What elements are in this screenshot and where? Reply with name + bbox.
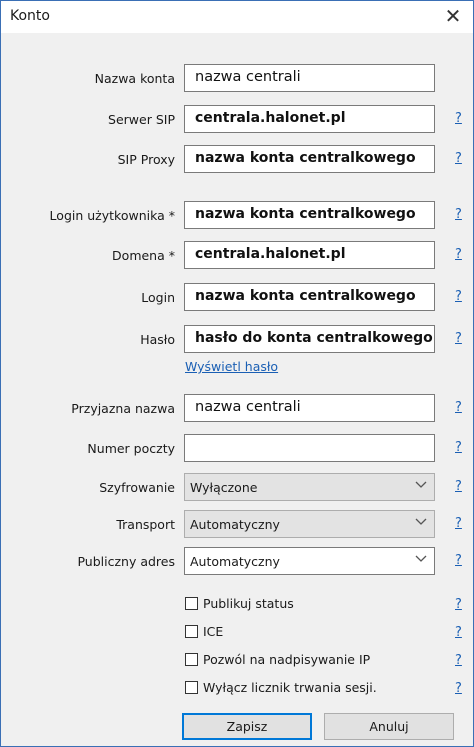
label-domena: Domena *: [112, 248, 175, 263]
account-dialog: Konto ✕ Nazwa konta nazwa centrali Serwe…: [0, 0, 474, 747]
row-transport: Transport Automatyczny ?: [1, 510, 473, 542]
row-nazwa-konta: Nazwa konta nazwa centrali: [1, 64, 473, 96]
row-publikuj-status: Publikuj status ?: [1, 595, 473, 619]
help-link-serwer-sip[interactable]: ?: [455, 111, 462, 126]
input-sip-proxy[interactable]: nazwa konta centralkowego: [184, 145, 435, 173]
row-przyjazna-nazwa: Przyjazna nazwa nazwa centrali ?: [1, 394, 473, 426]
show-password-link[interactable]: Wyświetl hasło: [185, 359, 278, 374]
checkbox-pozwol-nadpisywanie-ip[interactable]: [185, 653, 198, 666]
help-link-numer-poczty[interactable]: ?: [455, 440, 462, 455]
row-domena: Domena * centrala.halonet.pl ?: [1, 241, 473, 273]
label-nazwa-konta: Nazwa konta: [94, 71, 175, 86]
input-haslo[interactable]: hasło do konta centralkowego: [184, 325, 435, 353]
label-sip-proxy: SIP Proxy: [117, 152, 175, 167]
help-link-login[interactable]: ?: [455, 289, 462, 304]
row-haslo: Hasło hasło do konta centralkowego ?: [1, 325, 473, 357]
select-publiczny-adres[interactable]: Automatyczny: [184, 547, 435, 575]
save-button[interactable]: Zapisz: [182, 713, 312, 740]
row-login-uzytkownika: Login użytkownika * nazwa konta centralk…: [1, 201, 473, 233]
select-szyfrowanie[interactable]: Wyłączone: [184, 473, 435, 501]
row-numer-poczty: Numer poczty ?: [1, 434, 473, 466]
row-login: Login nazwa konta centralkowego ?: [1, 283, 473, 315]
row-wylacz-licznik: Wyłącz licznik trwania sesji. ?: [1, 679, 473, 703]
help-link-sip-proxy[interactable]: ?: [455, 151, 462, 166]
label-publikuj-status: Publikuj status: [203, 596, 294, 611]
input-domena[interactable]: centrala.halonet.pl: [184, 241, 435, 269]
label-transport: Transport: [116, 517, 175, 532]
help-link-domena[interactable]: ?: [455, 247, 462, 262]
input-serwer-sip[interactable]: centrala.halonet.pl: [184, 105, 435, 133]
help-link-login-uzytkownika[interactable]: ?: [455, 207, 462, 222]
input-numer-poczty[interactable]: [184, 434, 435, 462]
label-login-uzytkownika: Login użytkownika *: [49, 208, 175, 223]
input-login-uzytkownika[interactable]: nazwa konta centralkowego: [184, 201, 435, 229]
label-login: Login: [141, 290, 175, 305]
label-numer-poczty: Numer poczty: [87, 441, 175, 456]
input-nazwa-konta[interactable]: nazwa centrali: [184, 64, 435, 92]
cancel-button[interactable]: Anuluj: [324, 713, 454, 740]
label-haslo: Hasło: [140, 332, 175, 347]
row-sip-proxy: SIP Proxy nazwa konta centralkowego ?: [1, 145, 473, 177]
label-serwer-sip: Serwer SIP: [108, 112, 175, 127]
help-link-transport[interactable]: ?: [455, 516, 462, 531]
select-transport-value: Automatyczny: [190, 517, 280, 532]
chevron-down-icon: [415, 555, 427, 562]
help-link-wylacz-licznik[interactable]: ?: [455, 681, 462, 696]
help-link-pozwol-nadpisywanie-ip[interactable]: ?: [455, 653, 462, 668]
checkbox-publikuj-status[interactable]: [185, 597, 198, 610]
label-pozwol-nadpisywanie-ip: Pozwól na nadpisywanie IP: [203, 652, 371, 667]
input-login[interactable]: nazwa konta centralkowego: [184, 283, 435, 311]
help-link-publikuj-status[interactable]: ?: [455, 597, 462, 612]
select-transport[interactable]: Automatyczny: [184, 510, 435, 538]
row-pozwol-nadpisywanie-ip: Pozwól na nadpisywanie IP ?: [1, 651, 473, 675]
label-przyjazna-nazwa: Przyjazna nazwa: [71, 401, 175, 416]
row-ice: ICE ?: [1, 623, 473, 647]
label-ice: ICE: [203, 624, 224, 639]
row-publiczny-adres: Publiczny adres Automatyczny ?: [1, 547, 473, 579]
form-body: Nazwa konta nazwa centrali Serwer SIP ce…: [1, 33, 473, 746]
label-szyfrowanie: Szyfrowanie: [99, 480, 175, 495]
close-icon[interactable]: ✕: [433, 1, 473, 33]
label-wylacz-licznik: Wyłącz licznik trwania sesji.: [203, 680, 377, 695]
checkbox-ice[interactable]: [185, 625, 198, 638]
title-bar: Konto ✕: [1, 1, 473, 33]
checkbox-wylacz-licznik[interactable]: [185, 681, 198, 694]
chevron-down-icon: [415, 481, 427, 488]
row-szyfrowanie: Szyfrowanie Wyłączone ?: [1, 473, 473, 505]
help-link-publiczny-adres[interactable]: ?: [455, 553, 462, 568]
help-link-ice[interactable]: ?: [455, 625, 462, 640]
row-serwer-sip: Serwer SIP centrala.halonet.pl ?: [1, 105, 473, 137]
select-publiczny-adres-value: Automatyczny: [190, 554, 280, 569]
input-przyjazna-nazwa[interactable]: nazwa centrali: [184, 394, 435, 422]
help-link-szyfrowanie[interactable]: ?: [455, 479, 462, 494]
dialog-title: Konto: [10, 8, 50, 24]
label-publiczny-adres: Publiczny adres: [77, 554, 175, 569]
help-link-przyjazna-nazwa[interactable]: ?: [455, 400, 462, 415]
chevron-down-icon: [415, 518, 427, 525]
help-link-haslo[interactable]: ?: [455, 331, 462, 346]
select-szyfrowanie-value: Wyłączone: [190, 480, 258, 495]
